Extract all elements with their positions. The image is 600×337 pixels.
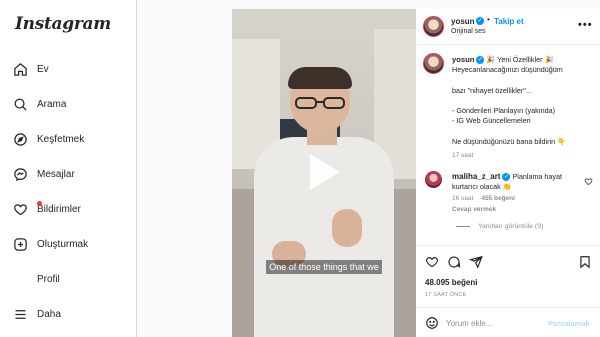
like-comment-icon[interactable] — [584, 177, 593, 186]
bookmark-icon[interactable] — [578, 255, 592, 269]
nav-item-search[interactable]: Arama — [13, 93, 66, 115]
share-icon[interactable] — [469, 255, 483, 269]
nav-label: Oluşturmak — [37, 238, 89, 250]
menu-icon — [15, 309, 26, 319]
more-options-icon[interactable]: ••• — [578, 19, 593, 31]
nav-item-more[interactable]: Daha — [13, 303, 61, 325]
video-subtitle: One of those things that we — [232, 257, 416, 275]
nav-label: Keşfetmek — [37, 133, 85, 145]
home-icon — [14, 62, 27, 76]
notification-dot — [37, 201, 42, 206]
post-actions: 48.095 beğeni 17 SAAT ÖNCE Postalamak — [416, 245, 600, 337]
caption-username[interactable]: yosun — [452, 55, 474, 64]
like-icon[interactable] — [425, 255, 439, 269]
avatar[interactable] — [423, 53, 444, 74]
nav-label: Profil — [37, 273, 60, 285]
comment-time: 16 saat — [452, 195, 474, 202]
post-header: yosun ✓ • Takip et Orijinal ses ••• — [416, 9, 600, 45]
avatar[interactable] — [423, 16, 444, 37]
comment-likes[interactable]: 455 beğeni — [481, 195, 515, 202]
view-replies-button[interactable]: Yanıtları görüntüle (9) — [456, 223, 543, 230]
post-timestamp: 17 SAAT ÖNCE — [425, 292, 467, 298]
caption-line — [452, 96, 596, 106]
comment-bar: Postalamak — [416, 307, 600, 337]
nav-label: Arama — [37, 98, 67, 110]
nav-item-profile[interactable]: Profil — [13, 268, 60, 290]
sidebar: Instagram Ev Arama Keşfetmek Mesajlar Bi… — [0, 0, 137, 337]
messenger-icon — [14, 167, 27, 181]
nav-item-messages[interactable]: Mesajlar — [13, 163, 75, 185]
caption-line: bazı "nihayet özellikler"... — [452, 85, 532, 95]
plus-square-icon — [14, 237, 27, 251]
nav-item-create[interactable]: Oluşturmak — [13, 233, 88, 255]
comment-input[interactable] — [446, 315, 542, 331]
post-comment-button[interactable]: Postalamak — [548, 319, 590, 328]
avatar[interactable] — [425, 171, 442, 188]
caption-line: - IG Web Güncellemeleri — [452, 116, 531, 126]
heart-icon — [14, 203, 27, 215]
caption-timestamp: 17 saat — [452, 151, 474, 159]
emoji-icon[interactable] — [425, 316, 439, 330]
nav-label: Bildirimler — [37, 203, 81, 215]
comment-username[interactable]: maliha_z_art — [452, 172, 500, 181]
post-details-panel: yosun ✓ • Takip et Orijinal ses ••• yosu… — [416, 9, 600, 337]
play-icon[interactable] — [306, 152, 342, 192]
caption-line — [452, 75, 596, 85]
nav-item-explore[interactable]: Keşfetmek — [13, 128, 84, 150]
instagram-logo[interactable]: Instagram — [15, 14, 111, 34]
audio-label[interactable]: Orijinal ses — [451, 28, 486, 35]
post-username[interactable]: yosun — [451, 17, 475, 26]
nav-item-notifications[interactable]: Bildirimler — [13, 198, 81, 220]
nav-label: Mesajlar — [37, 168, 75, 180]
reel-video[interactable]: One of those things that we — [232, 9, 416, 337]
nav-label: Daha — [37, 308, 61, 320]
caption-line: Ne düşündüğünüzü bana bildirin 👇 — [452, 136, 567, 146]
comment-icon[interactable] — [447, 255, 461, 269]
nav-label: Ev — [37, 63, 49, 75]
verified-icon: ✓ — [476, 56, 485, 65]
caption-line: 🎉 Yeni Özellikler 🎉 — [486, 55, 554, 64]
verified-icon: ✓ — [476, 17, 484, 25]
verified-icon: ✓ — [502, 173, 511, 182]
reply-button[interactable]: Cevap vermek — [452, 206, 496, 213]
nav-item-home[interactable]: Ev — [13, 58, 49, 80]
separator-dot: • — [487, 15, 490, 24]
follow-button[interactable]: Takip et — [494, 17, 524, 26]
search-icon — [14, 98, 27, 111]
caption-line: - Gönderileri Planlayın (yakında) — [452, 106, 556, 116]
like-count[interactable]: 48.095 beğeni — [425, 278, 477, 287]
compass-icon — [14, 132, 27, 146]
caption-line — [452, 126, 596, 136]
caption-line: Heyecanlanacağınızı düşündüğüm — [452, 65, 563, 75]
